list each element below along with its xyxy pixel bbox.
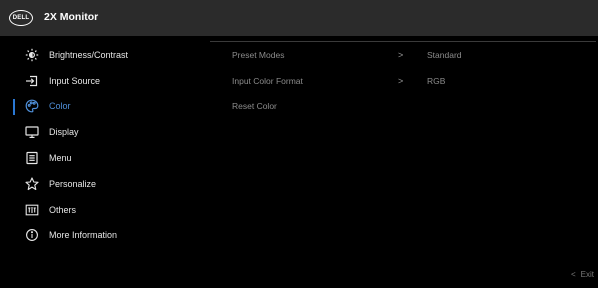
dell-logo: DELL <box>9 10 33 26</box>
submenu-row-preset-modes[interactable]: Preset Modes > Standard <box>232 42 592 68</box>
color-palette-icon <box>25 99 39 113</box>
submenu-row-reset-color[interactable]: Reset Color <box>232 94 592 120</box>
menu-item-color[interactable]: Color <box>0 94 210 120</box>
osd-title: 2X Monitor <box>44 11 99 23</box>
menu-item-label: Menu <box>49 153 72 164</box>
osd-header: DELL 2X Monitor <box>0 0 598 36</box>
menu-item-others[interactable]: Others <box>0 197 210 223</box>
menu-item-menu[interactable]: Menu <box>0 145 210 171</box>
menu-item-label: More Information <box>49 230 118 241</box>
others-icon <box>25 203 39 217</box>
menu-item-label: Display <box>49 127 79 138</box>
menu-icon <box>25 151 39 165</box>
menu-item-personalize[interactable]: Personalize <box>0 171 210 197</box>
chevron-right-icon: > <box>398 49 404 60</box>
main-menu: Brightness/Contrast Input Source Color D… <box>0 42 210 248</box>
chevron-left-icon: < <box>570 270 576 279</box>
info-icon <box>25 228 39 242</box>
color-submenu: Preset Modes > Standard Input Color Form… <box>232 42 592 119</box>
submenu-row-value: RGB <box>427 75 446 86</box>
menu-item-label: Input Source <box>49 75 101 86</box>
chevron-right-icon: > <box>398 75 404 86</box>
selection-indicator <box>13 98 15 115</box>
submenu-row-label: Reset Color <box>232 101 277 112</box>
submenu-row-label: Preset Modes <box>232 49 285 60</box>
menu-item-label: Color <box>49 101 71 112</box>
menu-item-display[interactable]: Display <box>0 119 210 145</box>
display-icon <box>25 125 39 139</box>
exit-button[interactable]: < Exit <box>571 270 594 279</box>
menu-item-brightness-contrast[interactable]: Brightness/Contrast <box>0 42 210 68</box>
menu-item-label: Brightness/Contrast <box>49 49 129 60</box>
star-icon <box>25 177 39 191</box>
submenu-row-label: Input Color Format <box>232 75 303 86</box>
menu-item-more-information[interactable]: More Information <box>0 223 210 249</box>
exit-label: Exit <box>580 270 594 279</box>
submenu-row-value: Standard <box>427 49 462 60</box>
menu-item-label: Personalize <box>49 178 97 189</box>
submenu-row-input-color-format[interactable]: Input Color Format > RGB <box>232 68 592 94</box>
input-source-icon <box>25 74 39 88</box>
brightness-icon <box>25 48 39 62</box>
menu-item-label: Others <box>49 204 77 215</box>
monitor-osd: DELL 2X Monitor Brightness/Contrast Inpu… <box>0 0 598 288</box>
menu-item-input-source[interactable]: Input Source <box>0 68 210 94</box>
